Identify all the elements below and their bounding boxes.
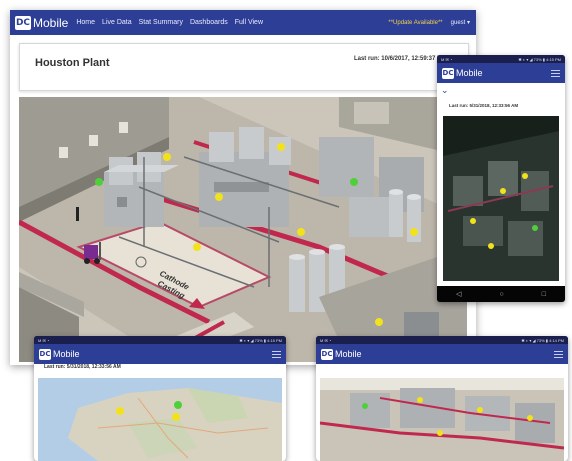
phone-body: Last run: 5/31/2018, 12:33:56 AM <box>34 364 286 461</box>
phone-status-bar: M ✉ ◔ ✱ ◐ ▾ ◢ 73% ▮ 4:15 PM <box>34 336 286 344</box>
plant-3d-view[interactable]: Cathode Casting <box>19 97 467 362</box>
status-right: ✱ ◐ ▾ ◢ 73% ▮ 4:15 PM <box>518 56 561 62</box>
nav-dashboards[interactable]: Dashboards <box>190 19 228 26</box>
top-navbar: DC Mobile Home Live Data Stat Summary Da… <box>10 10 476 35</box>
phone-body: ⌄ Last run: 5/31/2018, 12:33:56 AM <box>437 83 565 286</box>
nav-full-view[interactable]: Full View <box>235 19 263 26</box>
hamburger-menu-icon[interactable] <box>551 69 560 77</box>
hamburger-menu-icon[interactable] <box>272 350 281 358</box>
worker <box>76 207 79 221</box>
last-run-timestamp: Last run: 5/31/2018, 12:33:56 AM <box>449 103 519 108</box>
recents-button[interactable]: □ <box>542 291 546 298</box>
status-right: ✱ ◐ ▾ ◢ 73% ▮ 4:14 PM <box>521 337 564 343</box>
logo-badge: DC <box>321 348 333 360</box>
status-indicator[interactable] <box>277 143 285 151</box>
phone-navbar: DC Mobile <box>316 344 568 364</box>
status-indicator[interactable] <box>215 193 223 201</box>
hamburger-menu-icon[interactable] <box>554 350 563 358</box>
plant-illustration: Cathode Casting <box>19 97 467 362</box>
status-left: M ✉ ◔ <box>320 337 332 343</box>
phone-plant-view: M ✉ ◔ ✱ ◐ ▾ ◢ 73% ▮ 4:15 PM DC Mobile ⌄ … <box>437 55 565 302</box>
status-indicator[interactable] <box>375 318 383 326</box>
nav-stat-summary[interactable]: Stat Summary <box>139 19 183 26</box>
plant-3d-view-mobile[interactable] <box>320 378 564 461</box>
last-run-timestamp: Last run: 10/6/2017, 12:59:37 PM <box>353 56 446 62</box>
android-nav-bar: ◁ ○ □ <box>437 286 565 302</box>
status-right: ✱ ◐ ▾ ◢ 73% ▮ 4:15 PM <box>239 337 282 343</box>
desktop-window: DC Mobile Home Live Data Stat Summary Da… <box>10 10 476 365</box>
logo-text: Mobile <box>335 349 362 359</box>
phone-status-bar: M ✉ ◔ ✱ ◐ ▾ ◢ 73% ▮ 4:14 PM <box>316 336 568 344</box>
page-header-card: Houston Plant Last run: 10/6/2017, 12:59… <box>19 43 469 91</box>
status-indicator[interactable] <box>95 178 103 186</box>
phone-navbar: DC Mobile <box>437 63 565 83</box>
phone-plant-overview: M ✉ ◔ ✱ ◐ ▾ ◢ 73% ▮ 4:14 PM DC Mobile <box>316 336 568 461</box>
site-map[interactable] <box>38 378 282 461</box>
status-indicator[interactable] <box>297 228 305 236</box>
status-indicator[interactable] <box>163 153 171 161</box>
phone-map-view: M ✉ ◔ ✱ ◐ ▾ ◢ 73% ▮ 4:15 PM DC Mobile La… <box>34 336 286 461</box>
site-marker[interactable] <box>174 401 182 409</box>
map-illustration <box>38 378 282 461</box>
user-menu[interactable]: guest ▾ <box>451 19 470 26</box>
status-indicator[interactable] <box>193 243 201 251</box>
nav-live-data[interactable]: Live Data <box>102 19 132 26</box>
phone-navbar: DC Mobile <box>34 344 286 364</box>
logo-badge: DC <box>15 15 31 30</box>
status-indicator[interactable] <box>410 228 418 236</box>
nav-home[interactable]: Home <box>76 19 95 26</box>
logo-badge: DC <box>39 348 51 360</box>
status-indicator[interactable] <box>350 178 358 186</box>
update-available-link[interactable]: **Update Available** <box>388 20 442 26</box>
phone-status-bar: M ✉ ◔ ✱ ◐ ▾ ◢ 73% ▮ 4:15 PM <box>437 55 565 63</box>
plant-3d-view-mobile[interactable] <box>443 116 559 281</box>
app-logo[interactable]: DC Mobile <box>15 15 69 30</box>
back-button[interactable]: ◁ <box>456 290 461 298</box>
plant-illustration-dark <box>443 116 559 281</box>
phone-body <box>316 364 568 461</box>
home-button[interactable]: ○ <box>499 291 503 298</box>
site-marker[interactable] <box>172 413 180 421</box>
logo-text: Mobile <box>33 15 69 30</box>
site-marker[interactable] <box>116 407 124 415</box>
page-title: Houston Plant <box>35 57 110 69</box>
last-run-timestamp: Last run: 5/31/2018, 12:33:56 AM <box>44 364 121 370</box>
plant-illustration-small <box>320 378 564 461</box>
logo-text: Mobile <box>456 68 483 78</box>
chevron-down-icon[interactable]: ⌄ <box>441 85 449 96</box>
logo-badge: DC <box>442 67 454 79</box>
status-left: M ✉ ◔ <box>441 56 453 62</box>
logo-text: Mobile <box>53 349 80 359</box>
status-left: M ✉ ◔ <box>38 337 50 343</box>
